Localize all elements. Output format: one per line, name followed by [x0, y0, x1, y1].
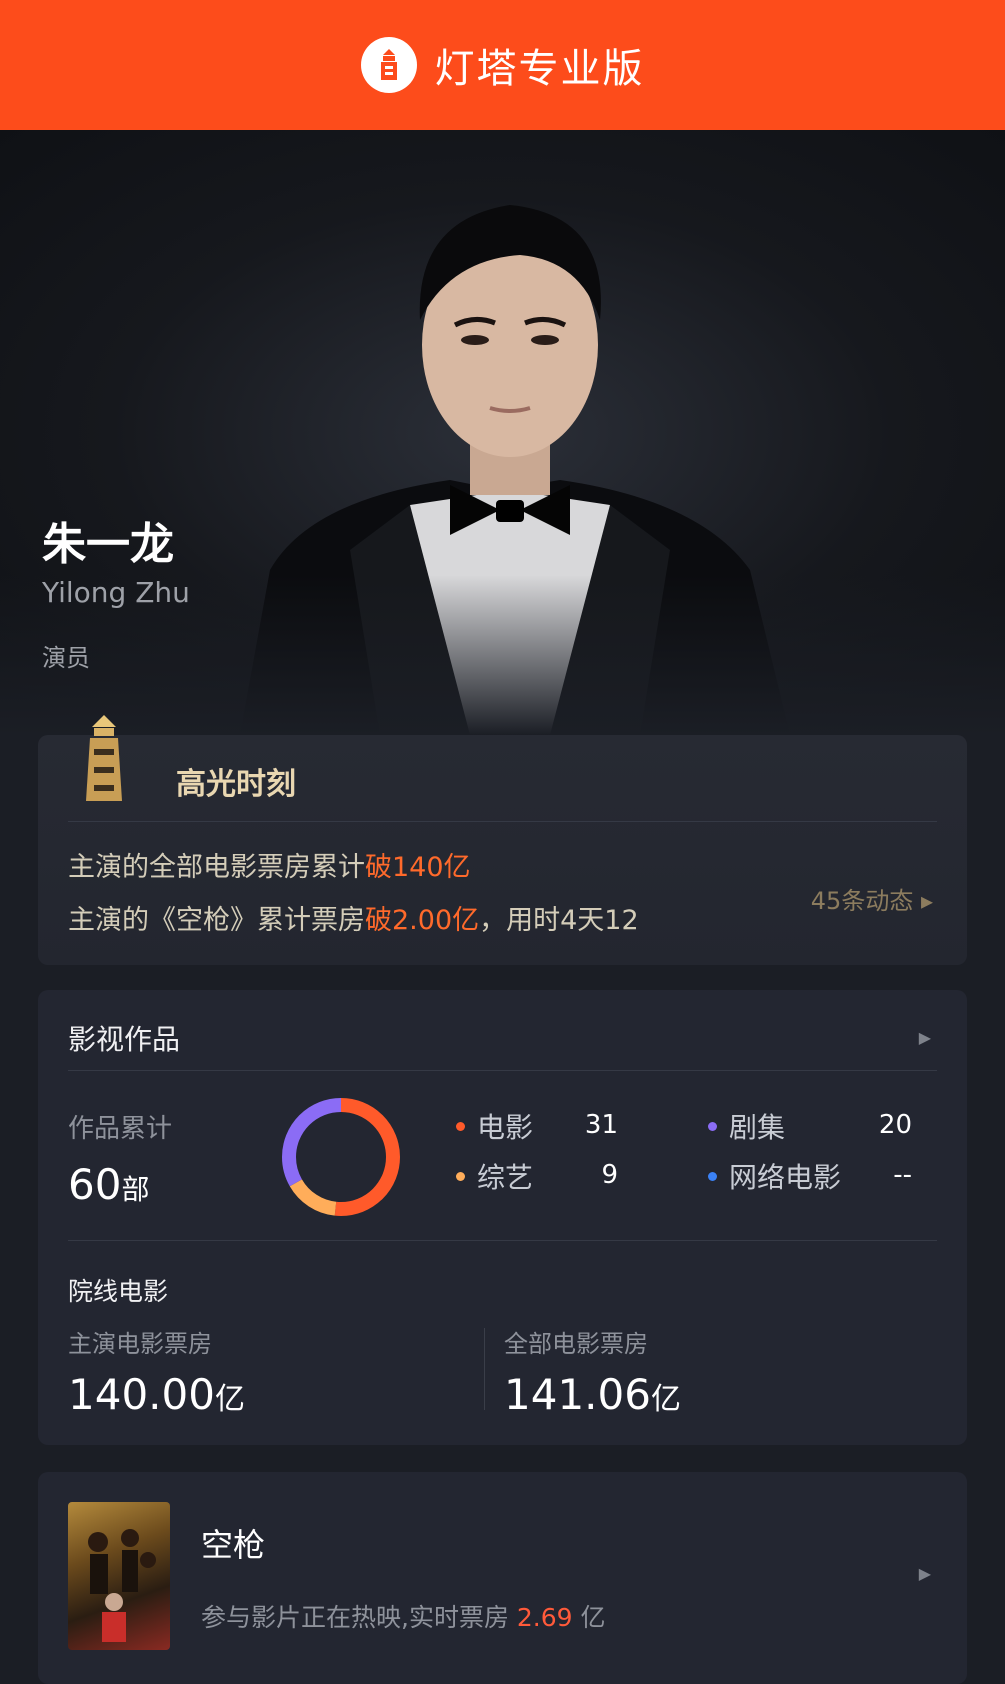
movie-title: 空枪 — [201, 1526, 266, 1564]
works-arrow-icon[interactable]: ▶ — [919, 1028, 931, 1047]
legend-dot — [708, 1121, 717, 1131]
app-header: 灯塔专业版 — [0, 0, 1005, 130]
legend-variety: 综艺 — [456, 1156, 533, 1196]
legend-web-movie: 网络电影 — [708, 1156, 841, 1196]
now-showing-card[interactable]: 空枪 参与影片正在热映,实时票房 2.69 亿 ▶ — [38, 1472, 967, 1684]
app-title: 灯塔专业版 — [434, 46, 645, 92]
works-count: 60部 — [68, 1160, 150, 1209]
divider — [484, 1328, 485, 1410]
works-title: 影视作品 — [68, 1023, 181, 1056]
legend-movie-count: 31 — [584, 1110, 618, 1140]
all-box-label: 全部电影票房 — [504, 1330, 648, 1358]
theater-title: 院线电影 — [68, 1277, 169, 1306]
divider — [68, 1070, 937, 1071]
legend-movie: 电影 — [456, 1106, 533, 1146]
movie-box-office-status: 参与影片正在热映,实时票房 2.69 亿 — [201, 1603, 606, 1632]
highlight-title: 高光时刻 — [176, 767, 296, 802]
highlight-line-2: 主演的《空枪》累计票房破2.00亿，用时4天12 — [68, 905, 639, 936]
legend-variety-count: 9 — [601, 1160, 618, 1190]
lead-box-value: 140.00亿 — [68, 1370, 245, 1419]
legend-dot — [456, 1121, 465, 1131]
works-card: 影视作品 ▶ 作品累计 60部 电影 31 剧集 20 综艺 9 网络电影 --… — [38, 990, 967, 1445]
movie-arrow-icon[interactable]: ▶ — [919, 1564, 931, 1583]
divider — [68, 821, 937, 822]
highlight-card[interactable]: 高光时刻 主演的全部电影票房累计破140亿 主演的《空枪》累计票房破2.00亿，… — [38, 715, 967, 965]
all-box-value: 141.06亿 — [504, 1370, 681, 1419]
legend-series: 剧集 — [708, 1106, 785, 1146]
actor-role: 演员 — [42, 644, 90, 672]
works-count-label: 作品累计 — [68, 1114, 173, 1144]
highlight-line-1: 主演的全部电影票房累计破140亿 — [68, 852, 471, 883]
actor-hero: 朱一龙 Yilong Zhu 演员 — [0, 130, 1005, 735]
actor-name: 朱一龙 — [42, 519, 174, 570]
works-donut-chart — [282, 1098, 400, 1216]
lighthouse-logo-icon — [360, 37, 417, 93]
lighthouse-badge-icon — [76, 713, 132, 807]
more-updates-link[interactable]: 45条动态 ▸ — [811, 881, 933, 916]
movie-poster[interactable] — [68, 1502, 170, 1650]
legend-dot — [456, 1171, 465, 1181]
lead-box-label: 主演电影票房 — [68, 1330, 212, 1358]
divider — [68, 1240, 937, 1241]
legend-dot — [708, 1171, 717, 1181]
actor-name-en: Yilong Zhu — [42, 576, 190, 609]
legend-series-count: 20 — [878, 1110, 912, 1140]
legend-web-movie-count: -- — [893, 1160, 912, 1190]
